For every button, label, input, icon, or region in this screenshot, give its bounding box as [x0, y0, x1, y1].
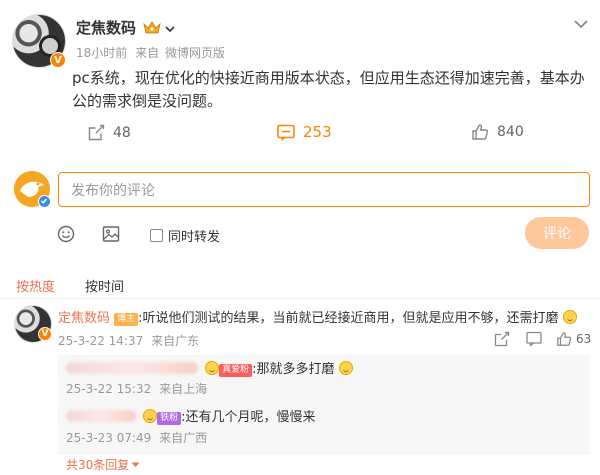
like-count: 840 [497, 124, 524, 140]
reply-2-time: 25-3-23 07:49 [66, 431, 152, 445]
fan-badge: 铁粉 [157, 412, 182, 425]
post-source-prefix: 来自 [135, 46, 160, 60]
post-text: pc系统，现在优化的快接近商用版本状态，但应用生态还得加速完善，基本办公的需求倒… [72, 69, 585, 110]
comment-icon [277, 124, 295, 141]
fan-emoji-icon [143, 409, 158, 423]
post-time[interactable]: 18小时前 [76, 46, 127, 60]
caret-down-icon [131, 462, 140, 467]
repost-icon [88, 124, 105, 141]
comment-input-placeholder: 发布你的评论 [71, 182, 155, 199]
reply-1-author-name[interactable] [66, 362, 198, 374]
image-icon[interactable] [102, 225, 120, 243]
post-menu-chevron-icon[interactable] [574, 14, 588, 29]
reply-2-location: 来自广西 [159, 431, 208, 445]
reply-1-text: :那就多多打磨 [252, 362, 335, 377]
blogger-badge: 博主 [114, 313, 139, 326]
more-replies-label: 共30条回复 [66, 458, 130, 472]
comment-input[interactable]: 发布你的评论 [58, 172, 590, 207]
tab-sort-hot[interactable]: 按热度 [16, 276, 55, 295]
share-icon[interactable] [494, 331, 510, 347]
chevron-down-icon[interactable] [164, 20, 176, 33]
reply-line-1: 真爱粉:那就多多打磨 [66, 358, 353, 377]
verified-badge: V [50, 52, 66, 68]
comment-location: 来自广东 [151, 334, 200, 348]
submit-comment-button[interactable]: 评论 [525, 217, 589, 249]
comment-meta: 25-3-22 14:37 来自广东 [58, 332, 199, 349]
reply-1-time: 25-3-22 15:32 [66, 382, 152, 396]
comment-like-count: 63 [576, 332, 592, 346]
like-icon [472, 124, 489, 140]
comment-author-name[interactable]: 定焦数码 [58, 311, 110, 326]
my-verified-icon [38, 195, 51, 208]
like-button[interactable]: 840 [471, 123, 524, 141]
emoji-icon[interactable] [57, 225, 75, 243]
repost-too-checkbox[interactable]: 同时转发 [150, 226, 220, 245]
comment-text: :听说他们测试的结果，当前就已经接近商用，但就是应用不够，还需打磨 [138, 311, 559, 326]
reply-icon[interactable] [526, 331, 542, 347]
post-meta: 18小时前 来自 微博网页版 [76, 44, 225, 61]
repost-too-label: 同时转发 [168, 230, 221, 245]
post-author-name[interactable]: 定焦数码 [76, 17, 136, 38]
tab-sort-time[interactable]: 按时间 [85, 276, 124, 295]
comment-verified-badge: V [38, 327, 52, 341]
repost-button[interactable]: 48 [88, 124, 131, 141]
repost-count: 48 [113, 124, 131, 141]
fan-emoji-icon [205, 361, 220, 375]
comment-like-icon [557, 332, 572, 346]
tabs-divider [0, 298, 600, 299]
crown-icon [143, 19, 161, 34]
comment-like-button[interactable]: 63 [556, 331, 591, 347]
checkbox-icon[interactable] [150, 229, 163, 242]
reply-line-2: 铁粉:还有几个月呢，慢慢来 [66, 406, 316, 425]
comment-button[interactable]: 253 [277, 123, 332, 141]
reply-2-text: :还有几个月呢，慢慢来 [181, 410, 316, 425]
reply-1-meta: 25-3-22 15:32 来自上海 [66, 380, 207, 397]
reply-1-location: 来自上海 [159, 382, 208, 396]
more-replies-link[interactable]: 共30条回复 [66, 456, 140, 473]
reply-2-author-name[interactable] [66, 410, 136, 422]
post-source[interactable]: 微博网页版 [165, 46, 225, 60]
grin-emoji-icon [562, 310, 577, 324]
comment-line: 定焦数码 博主:听说他们测试的结果，当前就已经接近商用，但就是应用不够，还需打磨 [58, 307, 577, 326]
comment-count: 253 [303, 123, 332, 141]
grin-emoji-icon [338, 361, 353, 375]
fan-badge: 真爱粉 [219, 364, 253, 377]
reply-2-meta: 25-3-23 07:49 来自广西 [66, 429, 207, 446]
comment-time: 25-3-22 14:37 [58, 334, 144, 348]
